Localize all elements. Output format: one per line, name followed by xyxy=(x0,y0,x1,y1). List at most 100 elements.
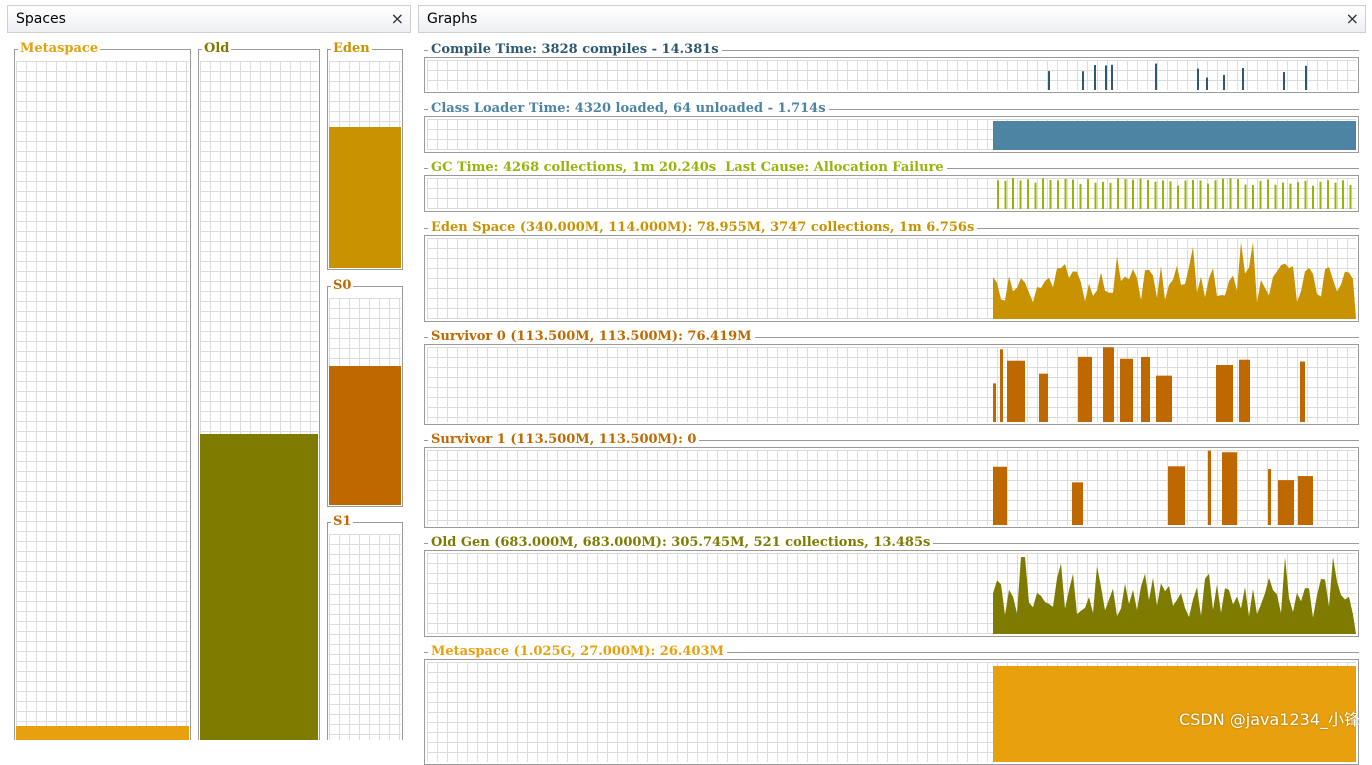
space-s0-label: S0 xyxy=(331,278,354,293)
plot-mark xyxy=(1268,469,1271,525)
plot-mark xyxy=(1082,71,1084,90)
space-old-fill xyxy=(200,434,318,740)
plot-mark xyxy=(1147,180,1149,209)
plot-mark xyxy=(1078,356,1092,422)
plot-mark xyxy=(993,121,1356,150)
plot-mark xyxy=(1156,375,1172,422)
plot-mark xyxy=(1244,184,1247,209)
plot-mark xyxy=(1214,180,1217,209)
plot-mark xyxy=(1072,482,1083,525)
plot-mark xyxy=(1222,178,1224,209)
plot-mark xyxy=(1239,359,1250,422)
plot-mark xyxy=(1169,181,1172,209)
graph-metaspace: Metaspace (1.025G, 27.000M): 26.403M xyxy=(424,645,1359,765)
graph-compile-time-plot xyxy=(1048,63,1307,90)
plot-mark xyxy=(1019,180,1022,209)
graph-gc-time: GC Time: 4268 collections, 1m 20.240s La… xyxy=(424,161,1359,212)
space-s1: S1 xyxy=(327,514,403,740)
plot-mark xyxy=(1237,179,1239,209)
spaces-panel: Spaces × Metaspace Old Eden S0 S1 xyxy=(7,5,411,740)
plot-mark xyxy=(1012,178,1014,209)
plot-mark xyxy=(1312,185,1314,209)
plot-mark xyxy=(1103,347,1114,422)
graph-survivor-0-plot xyxy=(993,347,1305,422)
plot-mark xyxy=(1141,356,1150,422)
plot-mark xyxy=(993,242,1356,319)
plot-mark xyxy=(1004,180,1007,209)
plot-mark xyxy=(1111,64,1113,90)
space-metaspace-label: Metaspace xyxy=(18,41,101,56)
plot-mark xyxy=(1283,72,1285,90)
plot-mark xyxy=(1208,450,1211,525)
plot-mark xyxy=(1168,466,1185,525)
plot-mark xyxy=(1034,182,1037,209)
spaces-body: Metaspace Old Eden S0 S1 xyxy=(7,33,411,740)
plot-mark xyxy=(997,180,999,209)
graph-gc-time-plot xyxy=(997,178,1352,209)
graphs-panel-title: Graphs xyxy=(427,11,478,27)
space-old: Old xyxy=(198,41,320,740)
graphs-body: Compile Time: 3828 compiles - 14.381s Cl… xyxy=(418,33,1366,765)
plot-mark xyxy=(993,383,996,422)
watermark: CSDN @java1234_小锋 xyxy=(1179,710,1360,729)
plot-mark xyxy=(1132,179,1134,209)
plot-mark xyxy=(1319,181,1322,209)
spaces-close-icon[interactable]: × xyxy=(391,9,404,28)
plot-mark xyxy=(1278,480,1294,525)
plot-mark xyxy=(1072,179,1074,209)
space-metaspace: Metaspace xyxy=(14,41,191,740)
space-eden: Eden xyxy=(327,41,403,270)
graph-eden-space-plot xyxy=(993,242,1356,319)
graph-compile-time-title: Compile Time: 3828 compiles - 14.381s xyxy=(428,43,722,57)
plot-mark xyxy=(1177,185,1179,209)
spaces-panel-title: Spaces xyxy=(16,11,66,27)
plot-mark xyxy=(1342,180,1344,209)
space-s0-fill xyxy=(329,366,401,505)
graph-gc-time-title: GC Time: 4268 collections, 1m 20.240s La… xyxy=(428,161,947,175)
graph-class-loader-time-plot xyxy=(993,121,1356,150)
plot-mark xyxy=(1267,179,1269,209)
space-eden-label: Eden xyxy=(331,41,372,56)
graph-survivor-1-plot xyxy=(993,450,1313,525)
plot-mark xyxy=(1057,180,1059,209)
plot-mark xyxy=(1064,179,1067,209)
plot-mark xyxy=(1197,68,1199,90)
plot-mark xyxy=(1252,184,1254,209)
plot-mark xyxy=(1300,361,1305,422)
plot-mark xyxy=(993,557,1356,634)
spaces-panel-header: Spaces × xyxy=(7,5,411,33)
plot-mark xyxy=(1109,182,1112,209)
graph-survivor-1: Survivor 1 (113.500M, 113.500M): 0 xyxy=(424,433,1359,528)
graph-survivor-0: Survivor 0 (113.500M, 113.500M): 76.419M xyxy=(424,330,1359,425)
plot-mark xyxy=(1124,179,1127,209)
plot-mark xyxy=(1154,181,1157,209)
plot-mark xyxy=(1139,178,1142,209)
graph-eden-space-title: Eden Space (340.000M, 114.000M): 78.955M… xyxy=(428,221,978,235)
graph-class-loader-time-title: Class Loader Time: 4320 loaded, 64 unloa… xyxy=(428,102,829,116)
plot-mark xyxy=(1207,183,1209,209)
plot-mark xyxy=(1242,67,1244,90)
plot-mark xyxy=(1007,360,1025,422)
plot-mark xyxy=(1117,178,1119,209)
plot-mark xyxy=(1184,180,1187,209)
plot-mark xyxy=(1259,180,1262,209)
plot-mark xyxy=(1000,349,1003,422)
graphs-close-icon[interactable]: × xyxy=(1346,9,1359,28)
plot-mark xyxy=(1298,476,1313,525)
graph-eden-space: Eden Space (340.000M, 114.000M): 78.955M… xyxy=(424,221,1359,322)
plot-mark xyxy=(1042,178,1044,209)
plot-mark xyxy=(1222,452,1237,525)
space-eden-fill xyxy=(329,127,401,268)
graph-metaspace-title: Metaspace (1.025G, 27.000M): 26.403M xyxy=(428,645,727,659)
plot-mark xyxy=(1349,185,1352,209)
plot-mark xyxy=(1087,178,1089,209)
plot-mark xyxy=(1229,178,1232,209)
plot-mark xyxy=(1274,184,1277,209)
plot-mark xyxy=(1305,65,1307,90)
space-s1-label: S1 xyxy=(331,514,354,529)
plot-mark xyxy=(993,466,1007,525)
plot-mark xyxy=(1297,182,1299,209)
graph-class-loader-time: Class Loader Time: 4320 loaded, 64 unloa… xyxy=(424,102,1359,153)
plot-mark xyxy=(1327,180,1329,209)
plot-mark xyxy=(1289,183,1292,209)
